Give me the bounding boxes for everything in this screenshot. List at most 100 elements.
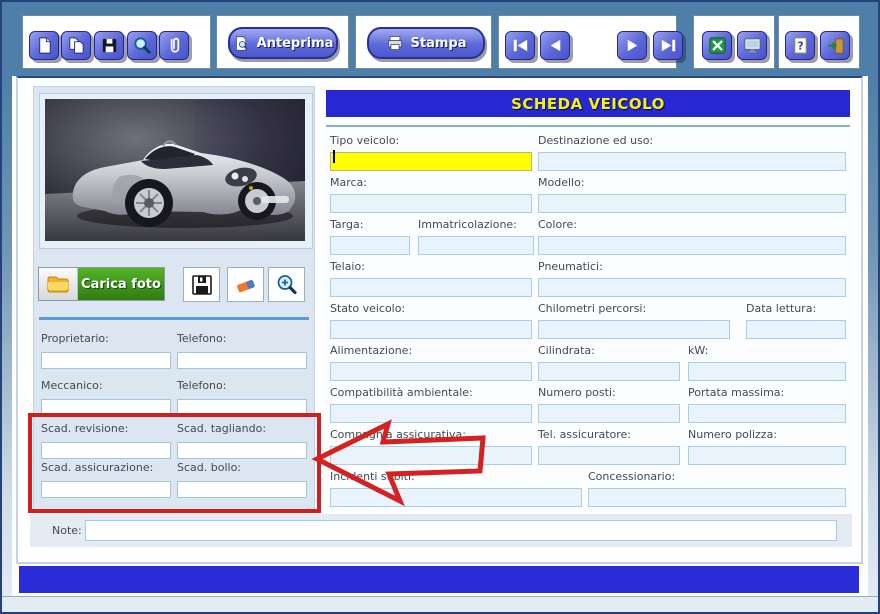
previous-record-button[interactable] bbox=[540, 31, 570, 60]
copy-button[interactable] bbox=[61, 31, 91, 60]
field-scad-revisione: Scad. revisione: bbox=[41, 422, 171, 459]
chilometri-input[interactable] bbox=[538, 320, 730, 339]
modello-label: Modello: bbox=[538, 176, 846, 189]
screen-icon bbox=[742, 35, 763, 56]
first-record-icon bbox=[510, 35, 531, 56]
last-record-icon bbox=[658, 35, 679, 56]
cilindrata-label: Cilindrata: bbox=[538, 344, 680, 357]
targa-input[interactable] bbox=[330, 236, 410, 255]
note-strip: Note: bbox=[30, 514, 852, 547]
scad-tagliando-input[interactable] bbox=[177, 442, 307, 459]
compatibilita-input[interactable] bbox=[330, 404, 532, 423]
field-tel-assicuratore: Tel. assicuratore: bbox=[538, 428, 680, 465]
scad-tagliando-label: Scad. tagliando: bbox=[177, 422, 307, 435]
application-window: Anteprima Stampa ? bbox=[0, 0, 880, 614]
new-document-button[interactable] bbox=[29, 31, 59, 60]
cilindrata-input[interactable] bbox=[538, 362, 680, 381]
note-label: Note: bbox=[52, 524, 82, 537]
field-compagnia: Compagnia assicurativa: bbox=[330, 428, 532, 465]
modello-input[interactable] bbox=[538, 194, 846, 213]
stampa-button[interactable]: Stampa bbox=[367, 27, 485, 59]
tel-assicuratore-input[interactable] bbox=[538, 446, 680, 465]
proprietario-label: Proprietario: bbox=[41, 332, 171, 345]
window-frame-bottom bbox=[2, 596, 878, 613]
compagnia-input[interactable] bbox=[330, 446, 532, 465]
immatricolazione-input[interactable] bbox=[418, 236, 534, 255]
portata-input[interactable] bbox=[688, 404, 846, 423]
left-panel-divider bbox=[39, 317, 309, 320]
excel-icon bbox=[707, 35, 728, 56]
telefono-proprietario-input[interactable] bbox=[177, 352, 307, 369]
eraser-icon bbox=[234, 273, 258, 297]
tel-assicuratore-label: Tel. assicuratore: bbox=[538, 428, 680, 441]
zoom-in-icon bbox=[275, 273, 299, 297]
telaio-input[interactable] bbox=[330, 278, 532, 297]
field-colore: Colore: bbox=[538, 218, 846, 255]
excel-export-button[interactable] bbox=[702, 31, 732, 60]
field-scad-bollo: Scad. bollo: bbox=[177, 461, 307, 498]
compatibilita-label: Compatibilità ambientale: bbox=[330, 386, 532, 399]
tipo-veicolo-input[interactable] bbox=[330, 152, 532, 171]
field-concessionario: Concessionario: bbox=[588, 470, 846, 507]
anteprima-button[interactable]: Anteprima bbox=[228, 27, 338, 59]
next-record-button[interactable] bbox=[617, 31, 647, 60]
screen-view-button[interactable] bbox=[737, 31, 767, 60]
field-proprietario: Proprietario: bbox=[41, 332, 171, 369]
preview-document-icon bbox=[233, 35, 250, 52]
colore-input[interactable] bbox=[538, 236, 846, 255]
last-record-button[interactable] bbox=[653, 31, 683, 60]
vehicle-photo bbox=[39, 93, 313, 249]
copy-icon bbox=[66, 35, 87, 56]
field-chilometri: Chilometri percorsi: bbox=[538, 302, 730, 339]
save-photo-button[interactable] bbox=[183, 267, 220, 302]
zoom-photo-button[interactable] bbox=[268, 267, 305, 302]
search-icon bbox=[132, 35, 153, 56]
save-photo-icon bbox=[190, 273, 214, 297]
help-button[interactable]: ? bbox=[785, 31, 815, 60]
numero-posti-input[interactable] bbox=[538, 404, 680, 423]
field-telefono-proprietario: Telefono: bbox=[177, 332, 307, 369]
kw-input[interactable] bbox=[688, 362, 846, 381]
field-telaio: Telaio: bbox=[330, 260, 532, 297]
save-button[interactable] bbox=[94, 31, 124, 60]
window-frame-right bbox=[868, 76, 878, 596]
field-numero-posti: Numero posti: bbox=[538, 386, 680, 423]
new-document-icon bbox=[34, 35, 55, 56]
alimentazione-input[interactable] bbox=[330, 362, 532, 381]
exit-button[interactable] bbox=[820, 31, 850, 60]
destinazione-label: Destinazione ed uso: bbox=[538, 134, 846, 147]
field-scad-tagliando: Scad. tagliando: bbox=[177, 422, 307, 459]
scad-assicurazione-input[interactable] bbox=[41, 481, 171, 498]
pneumatici-input[interactable] bbox=[538, 278, 846, 297]
colore-label: Colore: bbox=[538, 218, 846, 231]
first-record-button[interactable] bbox=[505, 31, 535, 60]
meccanico-input[interactable] bbox=[41, 399, 171, 416]
proprietario-input[interactable] bbox=[41, 352, 171, 369]
incidenti-input[interactable] bbox=[330, 488, 582, 507]
field-meccanico: Meccanico: bbox=[41, 379, 171, 416]
targa-label: Targa: bbox=[330, 218, 410, 231]
carica-foto-button[interactable]: Carica foto bbox=[38, 267, 165, 301]
scad-revisione-input[interactable] bbox=[41, 442, 171, 459]
field-pneumatici: Pneumatici: bbox=[538, 260, 846, 297]
telefono-meccanico-input[interactable] bbox=[177, 399, 307, 416]
search-button[interactable] bbox=[127, 31, 157, 60]
car-photo-image bbox=[45, 99, 305, 241]
exit-icon bbox=[825, 35, 846, 56]
stato-veicolo-input[interactable] bbox=[330, 320, 532, 339]
note-input[interactable] bbox=[85, 520, 837, 541]
vehicle-form-panel: SCHEDA VEICOLO Tipo veicolo: Destinazion… bbox=[322, 86, 854, 512]
previous-record-icon bbox=[545, 35, 566, 56]
erase-photo-button[interactable] bbox=[227, 267, 264, 302]
meccanico-label: Meccanico: bbox=[41, 379, 171, 392]
data-lettura-input[interactable] bbox=[746, 320, 846, 339]
attachment-button[interactable] bbox=[159, 31, 189, 60]
field-kw: kW: bbox=[688, 344, 846, 381]
numero-polizza-input[interactable] bbox=[688, 446, 846, 465]
carica-foto-label: Carica foto bbox=[81, 277, 161, 292]
scad-bollo-input[interactable] bbox=[177, 481, 307, 498]
concessionario-input[interactable] bbox=[588, 488, 846, 507]
field-tipo-veicolo: Tipo veicolo: bbox=[330, 134, 532, 171]
marca-input[interactable] bbox=[330, 194, 532, 213]
destinazione-input[interactable] bbox=[538, 152, 846, 171]
